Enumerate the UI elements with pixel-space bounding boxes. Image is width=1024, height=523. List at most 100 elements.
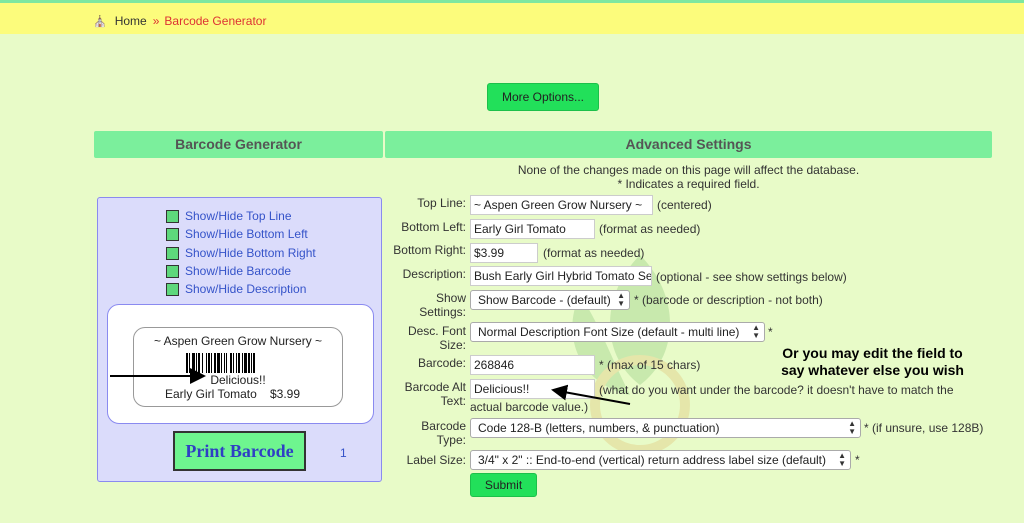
- desc-font-size-select[interactable]: Normal Description Font Size (default - …: [470, 322, 765, 342]
- label-bottom-left: Early Girl Tomato: [165, 387, 257, 401]
- label-size-label: Label Size:: [406, 453, 466, 467]
- show-settings-select[interactable]: Show Barcode - (default) ▲ ▼: [470, 290, 630, 310]
- barcode-bar: [198, 353, 200, 373]
- barcode-bar: [208, 353, 210, 373]
- toggle-bottom-right[interactable]: Show/Hide Bottom Right: [166, 246, 316, 260]
- barcode-bar: [238, 353, 240, 373]
- barcode-bar: [233, 353, 234, 373]
- barcode-bar: [186, 353, 188, 373]
- toggle-checkbox[interactable]: [166, 282, 179, 296]
- copies-count[interactable]: 1: [340, 446, 347, 460]
- barcode-bar: [248, 353, 250, 373]
- toggle-checkbox[interactable]: [166, 246, 179, 260]
- barcode-bar: [192, 353, 195, 373]
- bottom-left-input[interactable]: Early Girl Tomato: [470, 219, 595, 239]
- barcode-bar: [226, 353, 227, 373]
- barcode-bar: [211, 353, 212, 373]
- barcode-bar: [236, 353, 237, 373]
- label-preview: ~ Aspen Green Grow Nursery ~ Delicious!!…: [133, 327, 343, 407]
- toggle-label[interactable]: Show/Hide Bottom Left: [185, 227, 308, 241]
- home-icon[interactable]: ⛪: [93, 15, 107, 28]
- top-line-label: Top Line:: [417, 196, 466, 210]
- required-notice: * Indicates a required field.: [617, 177, 760, 191]
- desc-font-size-value: Normal Description Font Size (default - …: [478, 325, 740, 339]
- top-line-hint: (centered): [657, 198, 712, 212]
- top-line-input[interactable]: ~ Aspen Green Grow Nursery ~: [470, 195, 653, 215]
- desc-font-size-label-line2: Size:: [439, 338, 466, 352]
- barcode-preview-panel: Show/Hide Top Line Show/Hide Bottom Left…: [97, 197, 382, 482]
- barcode-alt-label-line1: Barcode Alt: [404, 380, 466, 394]
- breadcrumb-separator: »: [152, 14, 160, 28]
- bottom-right-input[interactable]: $3.99: [470, 243, 538, 263]
- label-size-select[interactable]: 3/4" x 2" :: End-to-end (vertical) retur…: [470, 450, 851, 470]
- select-arrows-icon: ▲ ▼: [617, 291, 625, 308]
- advanced-settings-header: Advanced Settings: [385, 131, 992, 158]
- annotation-line2: say whatever else you wish: [781, 362, 964, 378]
- barcode-bar: [244, 353, 247, 373]
- bottom-left-label: Bottom Left:: [401, 220, 466, 234]
- bottom-right-label: Bottom Right:: [393, 243, 466, 257]
- description-hint: (optional - see show settings below): [656, 270, 847, 284]
- label-top-line: ~ Aspen Green Grow Nursery ~: [153, 334, 323, 348]
- description-label: Description:: [402, 267, 466, 281]
- barcode-bar: [189, 353, 190, 373]
- toggle-checkbox[interactable]: [166, 227, 179, 241]
- show-settings-label: Show Settings:: [419, 291, 466, 319]
- barcode-bar: [196, 353, 197, 373]
- show-settings-value: Show Barcode - (default): [478, 293, 611, 307]
- select-arrows-icon: ▲ ▼: [838, 451, 846, 468]
- breadcrumb: ⛪ Home » Barcode Generator: [93, 14, 266, 28]
- submit-button[interactable]: Submit: [470, 473, 537, 497]
- barcode-hint: * (max of 15 chars): [599, 358, 701, 372]
- toggle-checkbox[interactable]: [166, 209, 179, 223]
- barcode-image: [186, 353, 255, 373]
- bottom-left-hint: (format as needed): [599, 222, 701, 236]
- barcode-label: Barcode:: [417, 356, 466, 370]
- barcode-bar: [251, 353, 252, 373]
- barcode-alt-text-input[interactable]: Delicious!!: [470, 379, 595, 399]
- toggle-top-line[interactable]: Show/Hide Top Line: [166, 209, 292, 223]
- toggle-label[interactable]: Show/Hide Top Line: [185, 209, 292, 223]
- print-barcode-button[interactable]: Print Barcode: [173, 431, 306, 471]
- show-settings-hint: * (barcode or description - not both): [634, 293, 823, 307]
- barcode-alt-hint-line2: actual barcode value.): [470, 400, 589, 414]
- barcode-type-label-line1: Barcode: [421, 419, 466, 433]
- description-input[interactable]: Bush Early Girl Hybrid Tomato Se: [470, 266, 652, 286]
- toggle-label[interactable]: Show/Hide Barcode: [185, 264, 291, 278]
- label-bottom-right: $3.99: [270, 387, 301, 401]
- toggle-bottom-left[interactable]: Show/Hide Bottom Left: [166, 227, 308, 241]
- barcode-type-label-line2: Type:: [436, 433, 466, 447]
- barcode-input[interactable]: 268846: [470, 355, 595, 375]
- desc-font-size-label: Desc. Font Size:: [408, 324, 466, 352]
- breadcrumb-bar: ⛪ Home » Barcode Generator: [0, 3, 1024, 34]
- select-arrows-icon: ▲ ▼: [848, 419, 856, 436]
- barcode-alt-hint-line1: (what do you want under the barcode? it …: [599, 383, 954, 397]
- bottom-right-hint: (format as needed): [543, 246, 645, 260]
- toggle-description[interactable]: Show/Hide Description: [166, 282, 306, 296]
- barcode-bar: [217, 353, 220, 373]
- barcode-bar: [221, 353, 222, 373]
- barcode-alt-text-label: Barcode Alt Text:: [405, 380, 466, 408]
- breadcrumb-home-link[interactable]: Home: [115, 14, 147, 28]
- barcode-bar: [224, 353, 225, 373]
- desc-font-size-label-line1: Desc. Font: [407, 324, 466, 338]
- toggle-checkbox[interactable]: [166, 264, 179, 278]
- barcode-generator-header: Barcode Generator: [94, 131, 383, 158]
- label-size-hint: *: [855, 453, 860, 467]
- breadcrumb-current[interactable]: Barcode Generator: [164, 14, 266, 28]
- edit-field-annotation: Or you may edit the field to say whateve…: [760, 345, 985, 379]
- more-options-button[interactable]: More Options...: [487, 83, 599, 111]
- toggle-barcode[interactable]: Show/Hide Barcode: [166, 264, 291, 278]
- desc-font-size-hint: *: [768, 325, 773, 339]
- annotation-line1: Or you may edit the field to: [782, 345, 963, 361]
- show-settings-label-line2: Settings:: [419, 305, 466, 319]
- toggle-label[interactable]: Show/Hide Description: [185, 282, 306, 296]
- label-barcode-alt-text: Delicious!!: [210, 373, 266, 387]
- barcode-bar: [253, 353, 255, 373]
- barcode-bar: [242, 353, 243, 373]
- show-settings-label-line1: Show: [435, 291, 466, 305]
- select-arrows-icon: ▲ ▼: [752, 323, 760, 340]
- toggle-label[interactable]: Show/Hide Bottom Right: [185, 246, 316, 260]
- barcode-type-value: Code 128-B (letters, numbers, & punctuat…: [478, 421, 720, 435]
- barcode-type-select[interactable]: Code 128-B (letters, numbers, & punctuat…: [470, 418, 861, 438]
